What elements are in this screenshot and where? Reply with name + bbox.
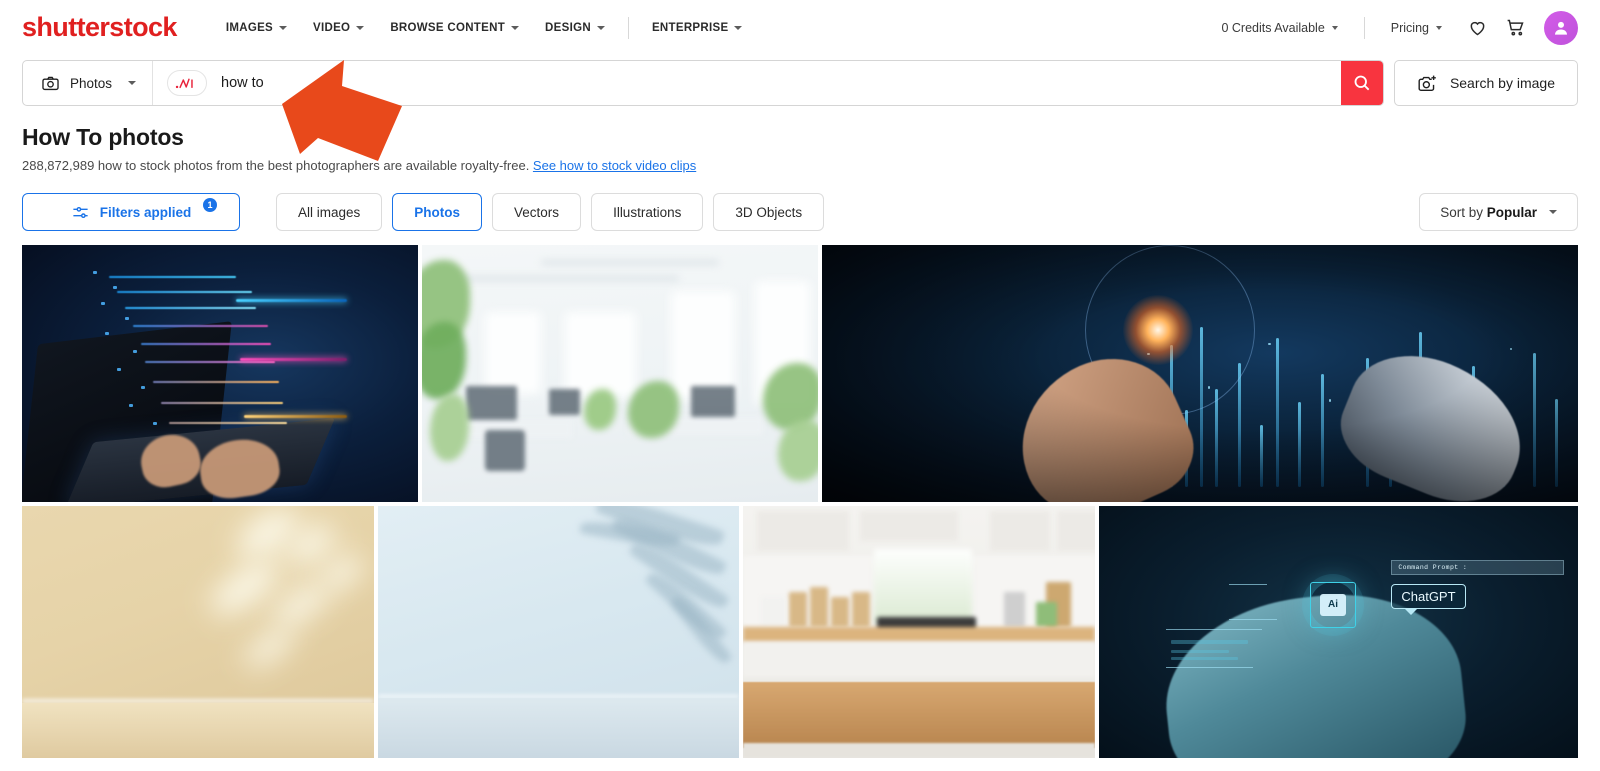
sort-by-dropdown[interactable]: Sort by Popular xyxy=(1419,193,1578,231)
chevron-down-icon xyxy=(734,25,743,30)
tab-label: Photos xyxy=(414,204,461,220)
ai-glyph xyxy=(175,78,193,88)
results-count-text: 288,872,989 how to stock photos from the… xyxy=(22,158,533,173)
search-bar-row: Photos how to Search by image xyxy=(0,60,1600,106)
thumbnail-image xyxy=(821,245,1579,502)
camera-plus-icon xyxy=(1418,75,1436,91)
nav-label: BROWSE CONTENT xyxy=(390,21,506,34)
search-box: Photos how to xyxy=(22,60,1384,106)
tab-label: 3D Objects xyxy=(735,204,803,220)
sort-label: Sort by Popular xyxy=(1440,205,1537,220)
heart-icon xyxy=(1470,21,1484,36)
shutterstock-logo[interactable]: shutterstock xyxy=(22,12,177,43)
camera-icon xyxy=(42,76,59,90)
user-avatar[interactable] xyxy=(1544,10,1578,45)
pricing-label: Pricing xyxy=(1390,20,1429,35)
cart-icon xyxy=(1507,19,1524,36)
tab-label: All images xyxy=(298,204,361,220)
filter-toolbar: Filters applied 1 All images Photos Vect… xyxy=(0,193,1600,231)
cart-button[interactable] xyxy=(1496,9,1534,47)
thumbnail-image: Ai Command Prompt : ChatGPT xyxy=(1099,506,1578,758)
result-thumbnail[interactable] xyxy=(378,506,740,758)
ai-chip-label: Ai xyxy=(1320,593,1347,616)
nav-item-video[interactable]: VIDEO xyxy=(300,16,377,40)
command-prompt-bar: Command Prompt : xyxy=(1391,560,1564,576)
tab-vectors[interactable]: Vectors xyxy=(492,193,582,231)
result-thumbnail[interactable] xyxy=(743,506,1096,758)
results-row-2: Ai Command Prompt : ChatGPT xyxy=(22,506,1578,758)
filters-applied-label: Filters applied xyxy=(99,204,192,220)
tab-illustrations[interactable]: Illustrations xyxy=(591,193,704,231)
sort-prefix: Sort by xyxy=(1440,204,1483,220)
results-grid: Ai Command Prompt : ChatGPT xyxy=(0,245,1600,758)
chevron-down-icon xyxy=(511,25,520,30)
chevron-down-icon xyxy=(596,25,605,30)
header-divider xyxy=(1363,16,1365,39)
thumbnail-image xyxy=(421,245,818,502)
user-icon xyxy=(1555,21,1567,35)
nav-item-browse-content[interactable]: BROWSE CONTENT xyxy=(377,16,532,40)
tab-all-images[interactable]: All images xyxy=(276,193,383,231)
favorites-button[interactable] xyxy=(1458,9,1496,47)
chevron-down-icon xyxy=(356,25,365,30)
credits-menu[interactable]: 0 Credits Available xyxy=(1205,17,1353,39)
tab-photos[interactable]: Photos xyxy=(392,193,483,231)
chevron-down-icon xyxy=(279,25,288,30)
thumbnail-image xyxy=(22,245,418,502)
search-submit-button[interactable] xyxy=(1340,61,1383,105)
filters-applied-button[interactable]: Filters applied 1 xyxy=(22,193,240,231)
search-by-image-button[interactable]: Search by image xyxy=(1393,60,1578,106)
nav-label: VIDEO xyxy=(313,21,351,34)
tab-label: Vectors xyxy=(514,204,560,220)
ai-icon[interactable] xyxy=(167,70,207,96)
shutterstock-search-page: shutterstock IMAGES VIDEO BROWSE CONTENT… xyxy=(0,0,1600,771)
site-header: shutterstock IMAGES VIDEO BROWSE CONTENT… xyxy=(0,0,1600,55)
tab-label: Illustrations xyxy=(613,204,682,220)
header-right-group: 0 Credits Available Pricing xyxy=(1205,9,1578,47)
nav-label: IMAGES xyxy=(225,21,274,34)
chevron-down-icon xyxy=(1436,25,1442,30)
results-header: How To photos 288,872,989 how to stock p… xyxy=(0,106,1600,173)
tab-3d-objects[interactable]: 3D Objects xyxy=(713,193,825,231)
nav-divider xyxy=(627,16,629,39)
page-title: How To photos xyxy=(22,124,184,150)
asset-type-label: Photos xyxy=(70,75,113,91)
result-thumbnail[interactable] xyxy=(421,245,818,502)
main-nav: IMAGES VIDEO BROWSE CONTENT DESIGN ENTER… xyxy=(213,16,756,40)
chevron-down-icon xyxy=(1331,25,1338,30)
result-thumbnail[interactable]: Ai Command Prompt : ChatGPT xyxy=(1099,506,1578,758)
thumbnail-image xyxy=(22,506,375,758)
asset-type-select[interactable]: Photos xyxy=(23,61,153,105)
search-query-input[interactable]: how to xyxy=(153,61,1341,105)
result-thumbnail[interactable] xyxy=(22,245,418,502)
pricing-menu[interactable]: Pricing xyxy=(1375,17,1458,39)
sort-value: Popular xyxy=(1486,204,1537,220)
result-thumbnail[interactable] xyxy=(821,245,1579,502)
nav-label: DESIGN xyxy=(545,21,591,34)
nav-item-enterprise[interactable]: ENTERPRISE xyxy=(639,16,756,40)
thumbnail-image xyxy=(378,506,740,758)
results-row-1 xyxy=(22,245,1579,502)
nav-label: ENTERPRISE xyxy=(651,21,729,34)
search-icon xyxy=(1354,75,1370,91)
chatgpt-bubble: ChatGPT xyxy=(1391,584,1466,616)
nav-item-design[interactable]: DESIGN xyxy=(532,16,618,40)
nav-item-images[interactable]: IMAGES xyxy=(213,16,300,40)
search-query-text: how to xyxy=(221,75,264,91)
thumbnail-image xyxy=(743,506,1096,758)
sliders-icon xyxy=(73,206,88,218)
filters-count-badge: 1 xyxy=(203,198,217,212)
results-subtitle: 288,872,989 how to stock photos from the… xyxy=(22,158,1578,173)
search-by-image-label: Search by image xyxy=(1449,75,1555,91)
result-thumbnail[interactable] xyxy=(22,506,375,758)
video-clips-link[interactable]: See how to stock video clips xyxy=(533,158,696,173)
credits-label: 0 Credits Available xyxy=(1221,20,1325,35)
chevron-down-icon xyxy=(128,81,136,85)
chevron-down-icon xyxy=(1549,210,1557,214)
